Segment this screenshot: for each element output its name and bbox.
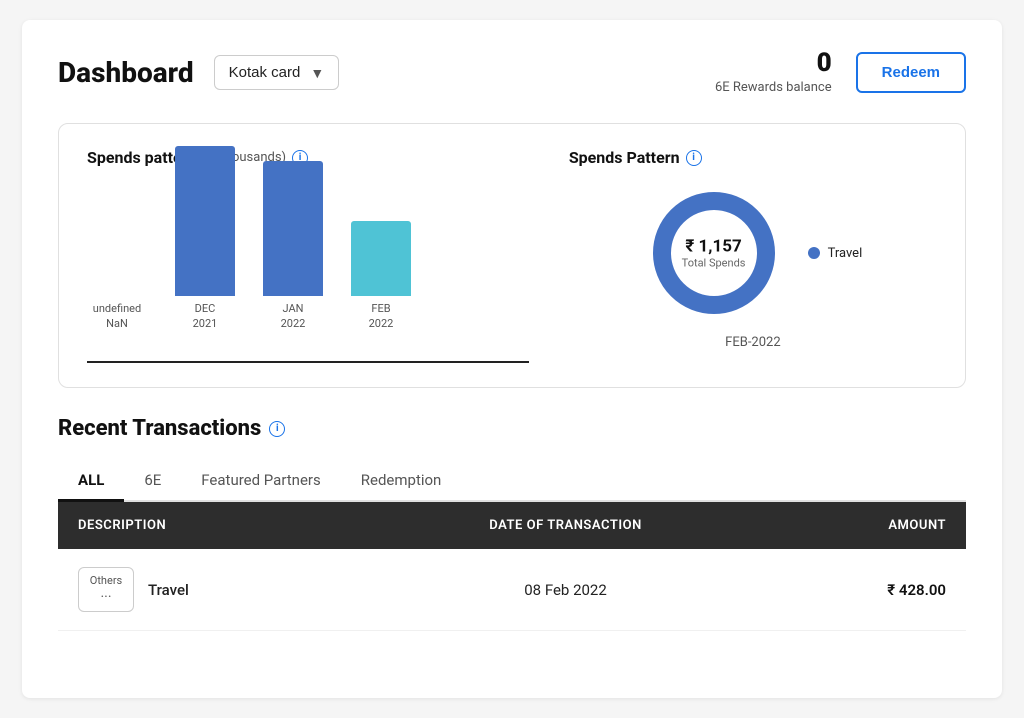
donut-title-text: Spends Pattern (569, 148, 680, 167)
page-container: Dashboard Kotak card ▼ 0 6E Rewards bala… (22, 20, 1002, 698)
donut-chart: ₹ 1,157 Total Spends (644, 183, 784, 323)
bar (175, 146, 235, 296)
col-header-amount: AMOUNT (763, 502, 966, 549)
tab-6e[interactable]: 6E (124, 461, 181, 502)
bar (263, 161, 323, 296)
recent-transactions-section: Recent Transactions i ALL6EFeatured Part… (58, 416, 966, 631)
spends-card: Spends pattern (in thousands) i undefine… (58, 123, 966, 388)
balance-number: 0 (715, 50, 832, 76)
header-left: Dashboard Kotak card ▼ (58, 55, 339, 90)
td-description: Others ··· Travel (58, 549, 368, 631)
card-selector-label: Kotak card (229, 64, 301, 81)
donut-amount: ₹ 1,157 (682, 237, 746, 257)
description-cell: Others ··· Travel (78, 567, 348, 612)
bar-group: undefined NaN (87, 296, 147, 331)
transactions-info-icon[interactable]: i (269, 421, 285, 437)
table-row: Others ··· Travel 08 Feb 2022 ₹ 428.00 (58, 549, 966, 631)
donut-sub-label: Total Spends (682, 257, 746, 270)
donut-wrapper: ₹ 1,157 Total Spends Travel (644, 183, 863, 323)
donut-title: Spends Pattern i (569, 148, 702, 167)
tab-featured-partners[interactable]: Featured Partners (181, 461, 340, 502)
bar-label: JAN 2022 (281, 302, 306, 331)
header-right: 0 6E Rewards balance Redeem (715, 50, 966, 95)
legend-dot (808, 247, 820, 259)
donut-legend: Travel (808, 246, 863, 261)
legend-label: Travel (828, 246, 863, 261)
bar-chart: undefined NaN DEC 2021 JAN 2022 FEB 2022 (87, 183, 529, 363)
col-header-description: DESCRIPTION (58, 502, 368, 549)
spends-donut-section: Spends Pattern i ₹ 1,157 Total Spends (569, 148, 937, 350)
section-title-text: Recent Transactions (58, 416, 261, 441)
rewards-balance: 0 6E Rewards balance (715, 50, 832, 95)
tab-all[interactable]: ALL (58, 461, 124, 502)
td-amount: ₹ 428.00 (763, 549, 966, 631)
transactions-table: DESCRIPTIONDATE OF TRANSACTIONAMOUNT Oth… (58, 502, 966, 631)
section-title: Recent Transactions i (58, 416, 966, 441)
redeem-button[interactable]: Redeem (856, 52, 966, 93)
donut-info-icon[interactable]: i (686, 150, 702, 166)
description-text: Travel (148, 581, 189, 599)
card-selector-button[interactable]: Kotak card ▼ (214, 55, 340, 90)
donut-date: FEB-2022 (725, 335, 781, 350)
bar-label: FEB 2022 (369, 302, 394, 331)
bar (351, 221, 411, 296)
category-icon: ··· (101, 589, 112, 605)
spends-bar-section: Spends pattern (in thousands) i undefine… (87, 148, 529, 363)
category-label: Others (90, 574, 122, 587)
bar-label: DEC 2021 (193, 302, 218, 331)
page-title: Dashboard (58, 56, 194, 89)
bar-label: undefined NaN (93, 302, 141, 331)
td-date: 08 Feb 2022 (368, 549, 763, 631)
bar-group: JAN 2022 (263, 161, 323, 331)
header: Dashboard Kotak card ▼ 0 6E Rewards bala… (58, 50, 966, 95)
bar-group: FEB 2022 (351, 221, 411, 331)
balance-label: 6E Rewards balance (715, 80, 832, 95)
col-header-date-of-transaction: DATE OF TRANSACTION (368, 502, 763, 549)
legend-item: Travel (808, 246, 863, 261)
table-header: DESCRIPTIONDATE OF TRANSACTIONAMOUNT (58, 502, 966, 549)
bar-group: DEC 2021 (175, 146, 235, 331)
chevron-down-icon: ▼ (310, 65, 324, 81)
tabs: ALL6EFeatured PartnersRedemption (58, 461, 966, 502)
tab-redemption[interactable]: Redemption (341, 461, 462, 502)
category-badge: Others ··· (78, 567, 134, 612)
donut-center-text: ₹ 1,157 Total Spends (682, 237, 746, 270)
amount-value: ₹ 428.00 (887, 581, 946, 599)
